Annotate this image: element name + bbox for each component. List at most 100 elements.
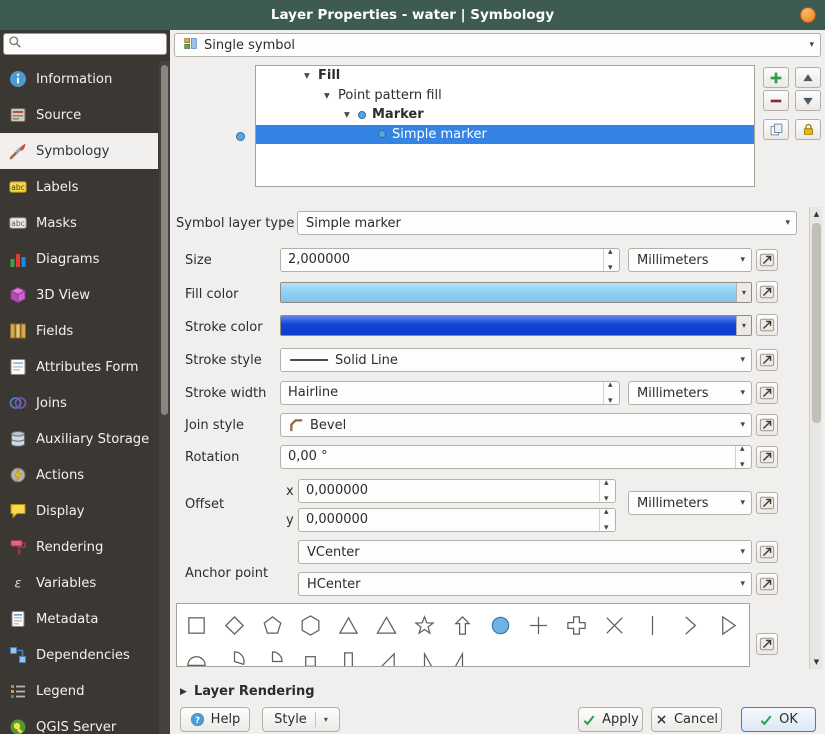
style-button[interactable]: Style ▾ bbox=[262, 707, 340, 732]
shape-cross[interactable] bbox=[519, 607, 557, 643]
shape-cross-fill[interactable] bbox=[557, 607, 595, 643]
symbol-layer-type-combo[interactable]: Simple marker ▾ bbox=[297, 211, 797, 235]
sidebar-item-rendering[interactable]: Rendering bbox=[0, 529, 158, 565]
titlebar[interactable]: Layer Properties - water | Symbology bbox=[0, 0, 825, 30]
offset-data-defined-button[interactable] bbox=[756, 492, 778, 514]
shape-pentagon[interactable] bbox=[253, 607, 291, 643]
size-unit-combo[interactable]: Millimeters ▾ bbox=[628, 248, 752, 272]
shape-data-defined-button[interactable] bbox=[756, 633, 778, 655]
fill-color-button[interactable]: ▾ bbox=[280, 282, 752, 303]
shape-equilateral-triangle[interactable] bbox=[367, 607, 405, 643]
spinner-arrows-icon[interactable] bbox=[603, 380, 619, 406]
sidebar-search[interactable] bbox=[3, 33, 167, 55]
tree-item-simple-marker[interactable]: Simple marker bbox=[256, 124, 754, 144]
horizontal-anchor-data-defined-button[interactable] bbox=[756, 573, 778, 595]
sidebar-item-legend[interactable]: Legend bbox=[0, 673, 158, 709]
stroke-color-button[interactable]: ▾ bbox=[280, 315, 752, 336]
offset-x-spinner[interactable]: 0,000000 bbox=[298, 478, 616, 504]
shape-third-circle[interactable] bbox=[215, 643, 253, 666]
sidebar-scrollbar[interactable] bbox=[159, 61, 170, 734]
shape-arrowhead[interactable] bbox=[671, 607, 709, 643]
fill-color-data-defined-button[interactable] bbox=[756, 281, 778, 303]
apply-button[interactable]: Apply bbox=[578, 707, 643, 732]
close-icon[interactable] bbox=[800, 7, 816, 23]
shape-filled-arrowhead[interactable] bbox=[709, 607, 747, 643]
properties-scrollbar-thumb[interactable] bbox=[812, 223, 821, 423]
help-button[interactable]: ? Help bbox=[180, 707, 250, 732]
shape-rect[interactable] bbox=[329, 643, 367, 666]
shape-left-half-triangle[interactable] bbox=[443, 643, 481, 666]
shape-square-small[interactable] bbox=[291, 643, 329, 666]
chevron-down-icon[interactable]: ▾ bbox=[736, 316, 751, 335]
stroke-style-combo[interactable]: Solid Line ▾ bbox=[280, 348, 752, 372]
shape-circle[interactable] bbox=[481, 607, 519, 643]
sidebar-item-3d-view[interactable]: 3D View bbox=[0, 277, 158, 313]
rotation-data-defined-button[interactable] bbox=[756, 446, 778, 468]
tree-item-fill[interactable]: ▼ Fill bbox=[256, 66, 754, 86]
join-style-combo[interactable]: Bevel ▾ bbox=[280, 413, 752, 437]
sidebar-item-symbology[interactable]: Symbology bbox=[0, 133, 158, 169]
shape-hexagon[interactable] bbox=[291, 607, 329, 643]
sidebar-item-masks[interactable]: abc Masks bbox=[0, 205, 158, 241]
sidebar-item-display[interactable]: Display bbox=[0, 493, 158, 529]
scroll-up-icon[interactable]: ▲ bbox=[810, 210, 823, 218]
vertical-anchor-combo[interactable]: VCenter ▾ bbox=[298, 540, 752, 564]
sidebar-item-joins[interactable]: Joins bbox=[0, 385, 158, 421]
sidebar-item-metadata[interactable]: Metadata bbox=[0, 601, 158, 637]
sidebar-item-attributes-form[interactable]: Attributes Form bbox=[0, 349, 158, 385]
sidebar-item-variables[interactable]: ε Variables bbox=[0, 565, 158, 601]
stroke-width-spinner[interactable]: Hairline bbox=[280, 380, 620, 406]
chevron-down-icon[interactable]: ▾ bbox=[324, 715, 328, 724]
spinner-arrows-icon[interactable] bbox=[599, 478, 615, 504]
tree-item-marker[interactable]: ▼ Marker bbox=[256, 105, 754, 125]
shape-diagonal-half-square[interactable] bbox=[367, 643, 405, 666]
join-style-data-defined-button[interactable] bbox=[756, 414, 778, 436]
spinner-arrows-icon[interactable] bbox=[603, 247, 619, 273]
sidebar-item-information[interactable]: Information bbox=[0, 61, 158, 97]
size-data-defined-button[interactable] bbox=[756, 249, 778, 271]
size-spinner[interactable]: 2,000000 bbox=[280, 247, 620, 273]
remove-symbol-layer-button[interactable] bbox=[763, 90, 789, 111]
duplicate-layer-button[interactable] bbox=[763, 119, 789, 140]
tree-item-point-pattern-fill[interactable]: ▼ Point pattern fill bbox=[256, 86, 754, 106]
chevron-down-icon[interactable]: ▾ bbox=[736, 283, 751, 302]
shape-diamond[interactable] bbox=[215, 607, 253, 643]
expander-icon[interactable]: ▼ bbox=[304, 71, 318, 80]
lock-color-button[interactable] bbox=[795, 119, 821, 140]
sidebar-item-diagrams[interactable]: Diagrams bbox=[0, 241, 158, 277]
sidebar-item-fields[interactable]: Fields bbox=[0, 313, 158, 349]
move-layer-down-button[interactable] bbox=[795, 90, 821, 111]
shape-arrow[interactable] bbox=[443, 607, 481, 643]
offset-y-spinner[interactable]: 0,000000 bbox=[298, 507, 616, 533]
sidebar-item-dependencies[interactable]: Dependencies bbox=[0, 637, 158, 673]
ok-button[interactable]: OK bbox=[741, 707, 816, 732]
stroke-color-data-defined-button[interactable] bbox=[756, 314, 778, 336]
stroke-style-data-defined-button[interactable] bbox=[756, 349, 778, 371]
sidebar-item-source[interactable]: Source bbox=[0, 97, 158, 133]
renderer-combo[interactable]: Single symbol ▾ bbox=[174, 33, 821, 57]
scroll-down-icon[interactable]: ▼ bbox=[810, 658, 823, 666]
offset-unit-combo[interactable]: Millimeters ▾ bbox=[628, 491, 752, 515]
shape-quarter-circle[interactable] bbox=[253, 643, 291, 666]
shape-triangle[interactable] bbox=[329, 607, 367, 643]
vertical-anchor-data-defined-button[interactable] bbox=[756, 541, 778, 563]
sidebar-item-qgis-server[interactable]: QGIS Server bbox=[0, 709, 158, 734]
stroke-width-data-defined-button[interactable] bbox=[756, 382, 778, 404]
spinner-arrows-icon[interactable] bbox=[599, 507, 615, 533]
move-layer-up-button[interactable] bbox=[795, 67, 821, 88]
layer-rendering-expander-icon[interactable]: ▶ bbox=[180, 687, 187, 697]
shape-cross2[interactable] bbox=[595, 607, 633, 643]
add-symbol-layer-button[interactable] bbox=[763, 67, 789, 88]
shape-square[interactable] bbox=[177, 607, 215, 643]
spinner-arrows-icon[interactable] bbox=[735, 444, 751, 470]
expander-icon[interactable]: ▼ bbox=[344, 110, 358, 119]
properties-scrollbar[interactable]: ▲ ▼ bbox=[809, 207, 822, 669]
stroke-width-unit-combo[interactable]: Millimeters ▾ bbox=[628, 381, 752, 405]
cancel-button[interactable]: Cancel bbox=[651, 707, 722, 732]
shape-right-half-triangle[interactable] bbox=[405, 643, 443, 666]
rotation-spinner[interactable]: 0,00 ° bbox=[280, 444, 752, 470]
sidebar-item-labels[interactable]: abc Labels bbox=[0, 169, 158, 205]
expander-icon[interactable]: ▼ bbox=[324, 91, 338, 100]
sidebar-item-auxiliary-storage[interactable]: Auxiliary Storage bbox=[0, 421, 158, 457]
sidebar-item-actions[interactable]: Actions bbox=[0, 457, 158, 493]
